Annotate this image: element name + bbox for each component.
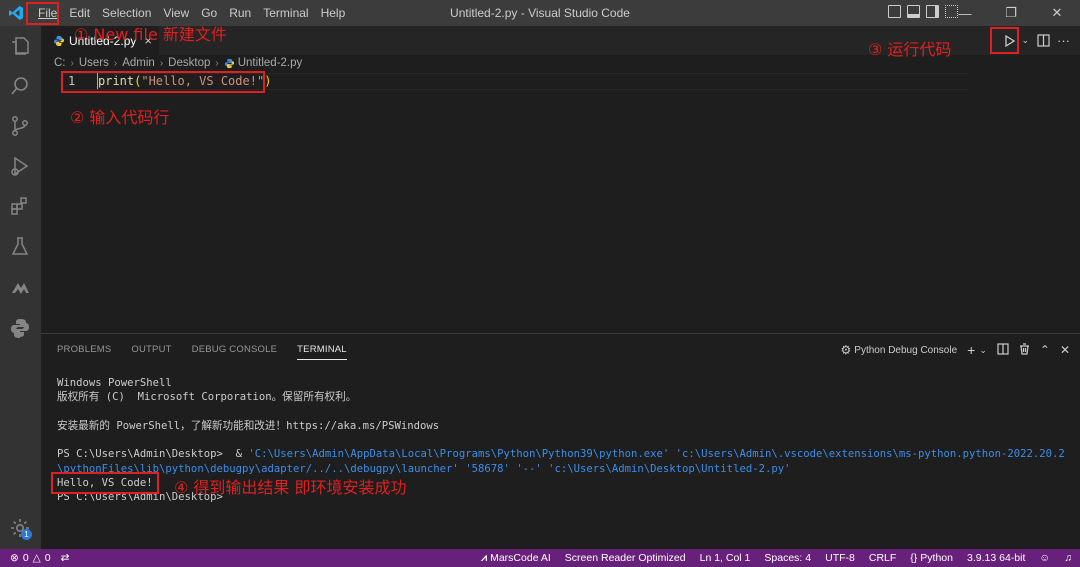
manage-gear-icon[interactable]: 1 [8, 516, 32, 540]
close-panel-icon[interactable]: ✕ [1060, 343, 1070, 357]
restore-icon[interactable]: ❐ [988, 0, 1034, 26]
panel-tabs: PROBLEMS OUTPUT DEBUG CONSOLE TERMINAL [57, 344, 347, 360]
window-title: Untitled-2.py - Visual Studio Code [450, 6, 630, 20]
new-terminal-icon[interactable]: + [967, 342, 975, 358]
feedback-icon[interactable]: ☺ [1039, 552, 1050, 564]
bottom-panel: PROBLEMS OUTPUT DEBUG CONSOLE TERMINAL ⚙… [41, 333, 1080, 549]
annotation-box-file [26, 2, 59, 25]
explorer-icon[interactable] [8, 34, 32, 58]
notifications-bell-icon[interactable]: ♫ [1064, 552, 1072, 564]
terminal-command-line: PS C:\Users\Admin\Desktop> & 'C:\Users\A… [57, 447, 1067, 461]
annotation-box-run [990, 27, 1019, 54]
terminal-line: 安装最新的 PowerShell，了解新功能和改进！https://aka.ms… [57, 419, 440, 432]
debug-gear-icon: ⚙ [840, 343, 852, 357]
chevron-right-icon: › [159, 57, 164, 69]
split-editor-icon[interactable] [1035, 33, 1051, 49]
encoding-status[interactable]: UTF-8 [825, 552, 855, 564]
annotation-enter-code: ② 输入代码行 [70, 108, 170, 127]
breadcrumb-file[interactable]: Untitled-2.py [238, 57, 303, 69]
marscode-status[interactable]: ⩘ MarsCode AI [481, 552, 551, 565]
marscode-icon[interactable] [8, 276, 32, 300]
extensions-icon[interactable] [8, 194, 32, 218]
marscode-label: MarsCode AI [490, 552, 551, 564]
breadcrumb-admin[interactable]: Admin [122, 57, 155, 69]
terminal-instance-label: Python Debug Console [854, 344, 958, 356]
warning-count: 0 [44, 552, 51, 564]
toggle-panel-icon[interactable] [907, 5, 920, 18]
indentation-status[interactable]: Spaces: 4 [764, 552, 811, 564]
terminal-line: Windows PowerShell [57, 377, 172, 389]
source-control-icon[interactable] [8, 114, 32, 138]
terminal-blank [57, 433, 1067, 447]
terminal-dropdown-icon[interactable]: ⌄ [979, 345, 987, 356]
chevron-right-icon: › [215, 57, 219, 69]
screen-reader-status[interactable]: Screen Reader Optimized [565, 552, 686, 564]
search-icon[interactable] [8, 74, 32, 98]
terminal-instance[interactable]: ⚙ Python Debug Console [841, 343, 958, 357]
tab-terminal[interactable]: TERMINAL [297, 344, 347, 360]
cursor-position-status[interactable]: Ln 1, Col 1 [700, 552, 751, 564]
run-dropdown-icon[interactable]: ⌄ [1021, 35, 1029, 46]
eol-status[interactable]: CRLF [869, 552, 896, 564]
annotation-new-file: ① New file 新建文件 [74, 25, 227, 44]
tab-debug-console[interactable]: DEBUG CONSOLE [192, 344, 277, 360]
activity-bar: 1 [0, 26, 41, 549]
warning-icon: △ [32, 552, 41, 564]
language-status[interactable]: {} Python [910, 552, 953, 564]
problems-status[interactable]: ⊗ 0 △ 0 [10, 552, 51, 564]
run-debug-icon[interactable] [8, 154, 32, 178]
python-file-icon [224, 58, 234, 68]
annotation-box-output [51, 472, 159, 494]
terminal-line: 版权所有 (C) Microsoft Corporation。保留所有权利。 [57, 391, 357, 404]
terminal-prompt: PS C:\Users\Admin\Desktop> & [57, 448, 249, 461]
breadcrumb: C: › Users › Admin › Desktop › Untitled-2.py [54, 57, 302, 69]
language-label: Python [920, 552, 953, 564]
breadcrumb-drive[interactable]: C: [54, 57, 66, 69]
live-share-icon[interactable]: ⇄ [61, 552, 70, 564]
error-icon: ⊗ [10, 552, 19, 564]
menu-run[interactable]: Run [223, 0, 257, 26]
window-controls: — ❐ ✕ [942, 0, 1080, 26]
breadcrumb-users[interactable]: Users [79, 57, 109, 69]
tab-output[interactable]: OUTPUT [131, 344, 171, 360]
toggle-secondary-sidebar-icon[interactable] [926, 5, 939, 18]
split-terminal-icon[interactable] [997, 342, 1009, 358]
error-count: 0 [22, 552, 29, 564]
menu-terminal[interactable]: Terminal [257, 0, 314, 26]
annotation-output-result: ④ 得到输出结果 即环境安装成功 [174, 478, 407, 497]
close-window-icon[interactable]: ✕ [1034, 0, 1080, 26]
chevron-right-icon: › [113, 57, 118, 69]
interpreter-status[interactable]: 3.9.13 64-bit [967, 552, 1025, 564]
menu-help[interactable]: Help [315, 0, 352, 26]
annotation-box-code [61, 71, 265, 93]
panel-actions: ⚙ Python Debug Console + ⌄ ⌃ ✕ [841, 342, 1070, 358]
toggle-sidebar-icon[interactable] [888, 5, 901, 18]
code-paren-close: ) [264, 74, 272, 88]
maximize-panel-icon[interactable]: ⌃ [1040, 343, 1050, 357]
minimize-icon[interactable]: — [942, 0, 988, 26]
more-actions-icon[interactable]: ··· [1057, 33, 1070, 48]
update-badge: 1 [21, 529, 32, 540]
marscode-icon: ⩘ [481, 551, 488, 564]
kill-terminal-icon[interactable] [1019, 342, 1030, 358]
braces-icon: {} [910, 552, 918, 564]
breadcrumb-desktop[interactable]: Desktop [168, 57, 210, 69]
status-bar: ⊗ 0 △ 0 ⇄ ⩘ MarsCode AI Screen Reader Optim… [0, 549, 1080, 567]
chevron-right-icon: › [70, 57, 74, 69]
python-icon[interactable] [8, 316, 32, 340]
tab-problems[interactable]: PROBLEMS [57, 344, 111, 360]
annotation-run-code: ③ 运行代码 [868, 40, 952, 59]
python-file-icon [54, 35, 64, 46]
terminal-command: 'C:\Users\Admin\AppData\Local\Programs\P… [248, 448, 1065, 461]
testing-icon[interactable] [8, 234, 32, 258]
terminal-blank [57, 405, 1067, 419]
